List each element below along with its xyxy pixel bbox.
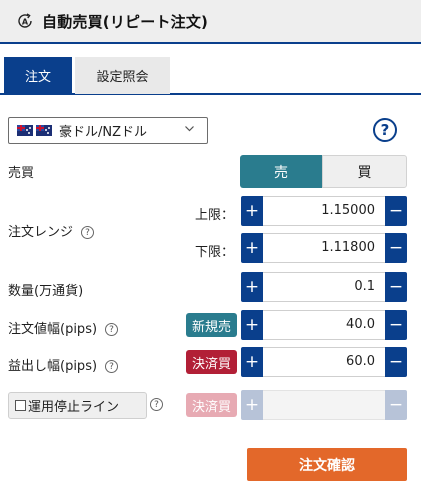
order-width-input[interactable]: 40.0: [263, 310, 385, 340]
stop-line-input[interactable]: [263, 390, 385, 420]
tab-bar: 注文 設定照会: [0, 57, 421, 95]
settle-buy-badge: 決済買: [186, 350, 237, 374]
lower-limit-input[interactable]: 1.11800: [263, 233, 385, 263]
order-range-label: 注文レンジ?: [8, 221, 95, 240]
checkbox-icon: [15, 400, 26, 411]
order-width-minus-button[interactable]: −: [385, 310, 407, 340]
quantity-minus-button[interactable]: −: [385, 272, 407, 302]
new-sell-badge: 新規売: [186, 313, 237, 337]
quantity-plus-button[interactable]: +: [241, 272, 263, 302]
nzd-flag-icon: [36, 125, 52, 136]
info-icon[interactable]: ?: [81, 226, 95, 239]
stop-line-stepper: + −: [241, 390, 407, 420]
panel-header: A 自動売買(リピート注文): [0, 0, 421, 44]
lower-limit-stepper: + 1.11800 −: [241, 233, 407, 263]
aud-flag-icon: [17, 125, 33, 136]
tab-order[interactable]: 注文: [4, 57, 72, 94]
quantity-stepper: + 0.1 −: [241, 272, 407, 302]
page-title: 自動売買(リピート注文): [42, 12, 209, 31]
profit-width-text: 益出し幅(pips): [8, 359, 98, 374]
upper-limit-input[interactable]: 1.15000: [263, 196, 385, 226]
tab-settings-inquiry[interactable]: 設定照会: [75, 57, 170, 94]
upper-plus-button[interactable]: +: [241, 196, 263, 226]
profit-width-input[interactable]: 60.0: [263, 347, 385, 377]
upper-limit-stepper: + 1.15000 −: [241, 196, 407, 226]
stop-line-toggle[interactable]: 運用停止ライン: [8, 392, 147, 419]
order-width-label: 注文値幅(pips)?: [8, 318, 119, 337]
quantity-input[interactable]: 0.1: [263, 272, 385, 302]
stop-line-label: 運用停止ライン: [28, 400, 120, 415]
info-icon[interactable]: ?: [105, 360, 119, 373]
stop-line-plus-button[interactable]: +: [241, 390, 263, 420]
upper-limit-label: 上限：: [195, 208, 235, 223]
quantity-label: 数量(万通貨): [8, 284, 84, 299]
order-confirm-button[interactable]: 注文確認: [247, 448, 407, 481]
order-width-plus-button[interactable]: +: [241, 310, 263, 340]
chevron-down-icon: [184, 123, 195, 137]
stop-line-minus-button[interactable]: −: [385, 390, 407, 420]
order-width-stepper: + 40.0 −: [241, 310, 407, 340]
profit-width-label: 益出し幅(pips)?: [8, 355, 119, 374]
svg-text:A: A: [22, 18, 29, 27]
currency-pair-select[interactable]: 豪ドル/NZドル: [8, 117, 208, 144]
order-range-text: 注文レンジ: [8, 225, 74, 240]
side-label: 売買: [8, 166, 35, 181]
lower-limit-label: 下限：: [195, 245, 235, 260]
settle-buy-badge-disabled: 決済買: [186, 393, 237, 417]
auto-trade-icon: A: [16, 12, 34, 30]
sell-button[interactable]: 売: [240, 155, 322, 188]
info-icon[interactable]: ?: [150, 398, 163, 411]
buy-button[interactable]: 買: [322, 155, 407, 188]
profit-width-plus-button[interactable]: +: [241, 347, 263, 377]
profit-width-minus-button[interactable]: −: [385, 347, 407, 377]
order-width-text: 注文値幅(pips): [8, 322, 98, 337]
upper-minus-button[interactable]: −: [385, 196, 407, 226]
currency-pair-label: 豪ドル/NZドル: [59, 125, 148, 140]
help-icon[interactable]: ?: [373, 118, 397, 142]
lower-plus-button[interactable]: +: [241, 233, 263, 263]
profit-width-stepper: + 60.0 −: [241, 347, 407, 377]
info-icon[interactable]: ?: [105, 323, 119, 336]
lower-minus-button[interactable]: −: [385, 233, 407, 263]
